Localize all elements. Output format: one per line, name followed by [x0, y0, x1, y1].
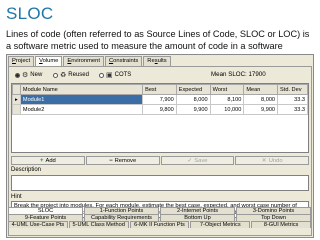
column-header[interactable]: Expected: [175, 84, 211, 95]
description-label: Description: [11, 167, 42, 173]
add-label: Add: [45, 158, 56, 164]
module-name-cell[interactable]: Module1: [19, 94, 144, 105]
tab-row: 4-UML Use-Case Pts 5-UML Class Method 6-…: [8, 221, 312, 228]
tab-uml-class-method[interactable]: 5-UML Class Method: [68, 221, 129, 228]
checkmark-icon: ✓: [187, 158, 193, 164]
mean-sloc-readout: Mean SLOC: 17900: [211, 71, 266, 78]
table-row[interactable]: ▸ Module1 7,900 8,000 8,100 8,000 33.3: [12, 94, 308, 105]
expected-cell[interactable]: 8,000: [175, 94, 211, 105]
worst-cell[interactable]: 10,000: [209, 104, 245, 115]
radio-selected-icon: [15, 72, 20, 78]
tab-sloc[interactable]: SLOC: [8, 207, 83, 214]
remove-label: Remove: [114, 158, 137, 164]
column-header[interactable]: Std. Dev: [277, 84, 308, 95]
tab-bottom-up[interactable]: Bottom Up: [160, 214, 235, 221]
estimation-method-tabs: SLOC 1-Function Points 2-Internet Points…: [8, 207, 312, 228]
tab-internet-points[interactable]: 2-Internet Points: [160, 207, 235, 214]
row-header-cell: [12, 104, 21, 115]
tab-environment[interactable]: Environment: [63, 56, 104, 66]
tab-row: 9-Feature Points Capability Requirements…: [8, 214, 312, 221]
module-action-buttons: + Add − Remove ✓ Save ✕ Undo: [11, 156, 309, 165]
table-row[interactable]: Module2 9,800 9,900 10,000 9,900 33.3: [12, 104, 308, 115]
reuse-icon: ♻: [60, 71, 67, 79]
save-label: Save: [194, 158, 208, 164]
tab-capability-requirements[interactable]: Capability Requirements: [84, 214, 159, 221]
tab-top-down[interactable]: Top Down: [236, 214, 311, 221]
gear-icon: ⚙: [22, 71, 29, 79]
tab-constraints[interactable]: Constraints: [104, 56, 143, 66]
column-header[interactable]: Best: [142, 84, 177, 95]
tab-row: SLOC 1-Function Points 2-Internet Points…: [8, 207, 312, 214]
radio-unselected-icon: [99, 72, 104, 78]
main-tab-bar: Project Volume Environment Constraints R…: [8, 56, 172, 67]
tab-domino-points[interactable]: 3-Domino Points: [236, 207, 311, 214]
radio-new-label: New: [30, 72, 43, 78]
module-name-cell[interactable]: Module2: [19, 104, 144, 115]
std-dev-cell: 33.3: [277, 104, 308, 115]
worst-cell[interactable]: 8,100: [209, 94, 245, 105]
tab-results[interactable]: Results: [143, 56, 171, 66]
column-header[interactable]: Mean: [243, 84, 279, 95]
module-table: Module Name Best Expected Worst Mean Std…: [11, 83, 309, 153]
plus-icon: +: [39, 158, 44, 164]
radio-reused[interactable]: ♻ Reused: [53, 71, 89, 79]
column-header[interactable]: Module Name: [19, 84, 144, 95]
hint-label: Hint: [11, 194, 22, 200]
radio-cots-label: COTS: [114, 72, 132, 78]
undo-button[interactable]: ✕ Undo: [235, 156, 309, 165]
best-cell[interactable]: 7,900: [142, 94, 177, 105]
slide-title: SLOC: [6, 4, 54, 23]
row-header-corner: [12, 84, 21, 95]
column-header[interactable]: Worst: [209, 84, 245, 95]
save-button[interactable]: ✓ Save: [160, 156, 235, 165]
tab-object-metrics[interactable]: 7-Object Metrics: [190, 221, 251, 228]
radio-cots[interactable]: ▣ COTS: [99, 71, 131, 79]
undo-label: Undo: [268, 158, 283, 164]
tab-feature-points[interactable]: 9-Feature Points: [8, 214, 83, 221]
tab-uml-use-case[interactable]: 4-UML Use-Case Pts: [8, 221, 68, 228]
table-header-row: Module Name Best Expected Worst Mean Std…: [12, 84, 308, 95]
expected-cell[interactable]: 9,900: [175, 104, 211, 115]
mean-cell: 9,900: [243, 104, 279, 115]
radio-unselected-icon: [53, 72, 58, 78]
tab-mk2-function-points[interactable]: 6-MK II Function Pts: [129, 221, 190, 228]
radio-new[interactable]: ⚙ New: [15, 71, 42, 79]
code-type-selector: ⚙ New ♻ Reused ▣ COTS Mean SLOC: 17900: [11, 70, 309, 81]
estimation-app-window: Project Volume Environment Constraints R…: [6, 54, 314, 238]
description-textarea[interactable]: [11, 175, 309, 191]
tab-function-points[interactable]: 1-Function Points: [84, 207, 159, 214]
package-icon: ▣: [106, 71, 113, 79]
add-module-button[interactable]: + Add: [11, 156, 85, 165]
remove-module-button[interactable]: − Remove: [85, 156, 160, 165]
tab-gui-metrics[interactable]: 8-GUI Metrics: [251, 221, 311, 228]
std-dev-cell: 33.3: [277, 94, 308, 105]
tab-project[interactable]: Project: [8, 56, 35, 66]
close-icon: ✕: [261, 158, 267, 164]
row-pointer-icon: ▸: [12, 94, 21, 105]
mean-cell: 8,000: [243, 94, 279, 105]
radio-reused-label: Reused: [68, 72, 89, 78]
best-cell[interactable]: 9,800: [142, 104, 177, 115]
minus-icon: −: [109, 158, 113, 164]
